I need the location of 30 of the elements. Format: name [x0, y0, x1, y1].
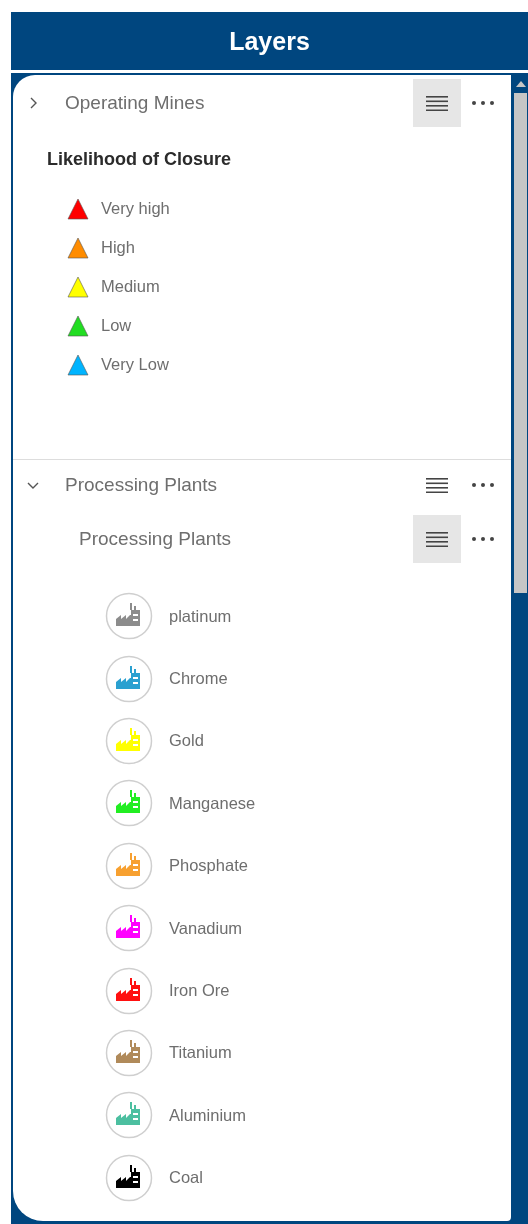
legend-title: Likelihood of Closure [47, 148, 232, 171]
more-icon [472, 537, 494, 541]
panel-title: Layers [229, 26, 310, 56]
legend-icon [426, 531, 448, 547]
legend-label: Very high [101, 199, 170, 218]
legend-label: Low [101, 316, 132, 335]
scrollbar-thumb[interactable] [514, 93, 527, 593]
layer-title: Processing Plants [79, 528, 233, 550]
legend-label: Iron Ore [169, 981, 230, 1001]
legend-label: Vanadium [169, 918, 243, 938]
legend-icon [426, 95, 448, 111]
legend-label: Coal [169, 1168, 203, 1188]
legend-label: Gold [169, 731, 204, 751]
more-icon [472, 483, 494, 487]
layer-title: Processing Plants [65, 474, 219, 496]
legend-button[interactable] [413, 79, 461, 127]
legend-label: Chrome [169, 669, 228, 689]
legend-button[interactable] [413, 515, 461, 563]
legend-label: Phosphate [169, 856, 248, 876]
legend-icon [426, 477, 448, 493]
scroll-up-icon[interactable] [515, 81, 526, 87]
legend-label: platinum [169, 606, 232, 626]
more-icon [472, 101, 494, 105]
legend-label: Medium [101, 277, 160, 296]
legend-label: Titanium [169, 1043, 232, 1063]
legend-label: Aluminium [169, 1105, 247, 1125]
legend-label: Very Low [101, 355, 169, 374]
legend-label: Manganese [169, 793, 256, 813]
legend-label: High [101, 238, 135, 257]
layer-title: Operating Mines [65, 92, 206, 114]
